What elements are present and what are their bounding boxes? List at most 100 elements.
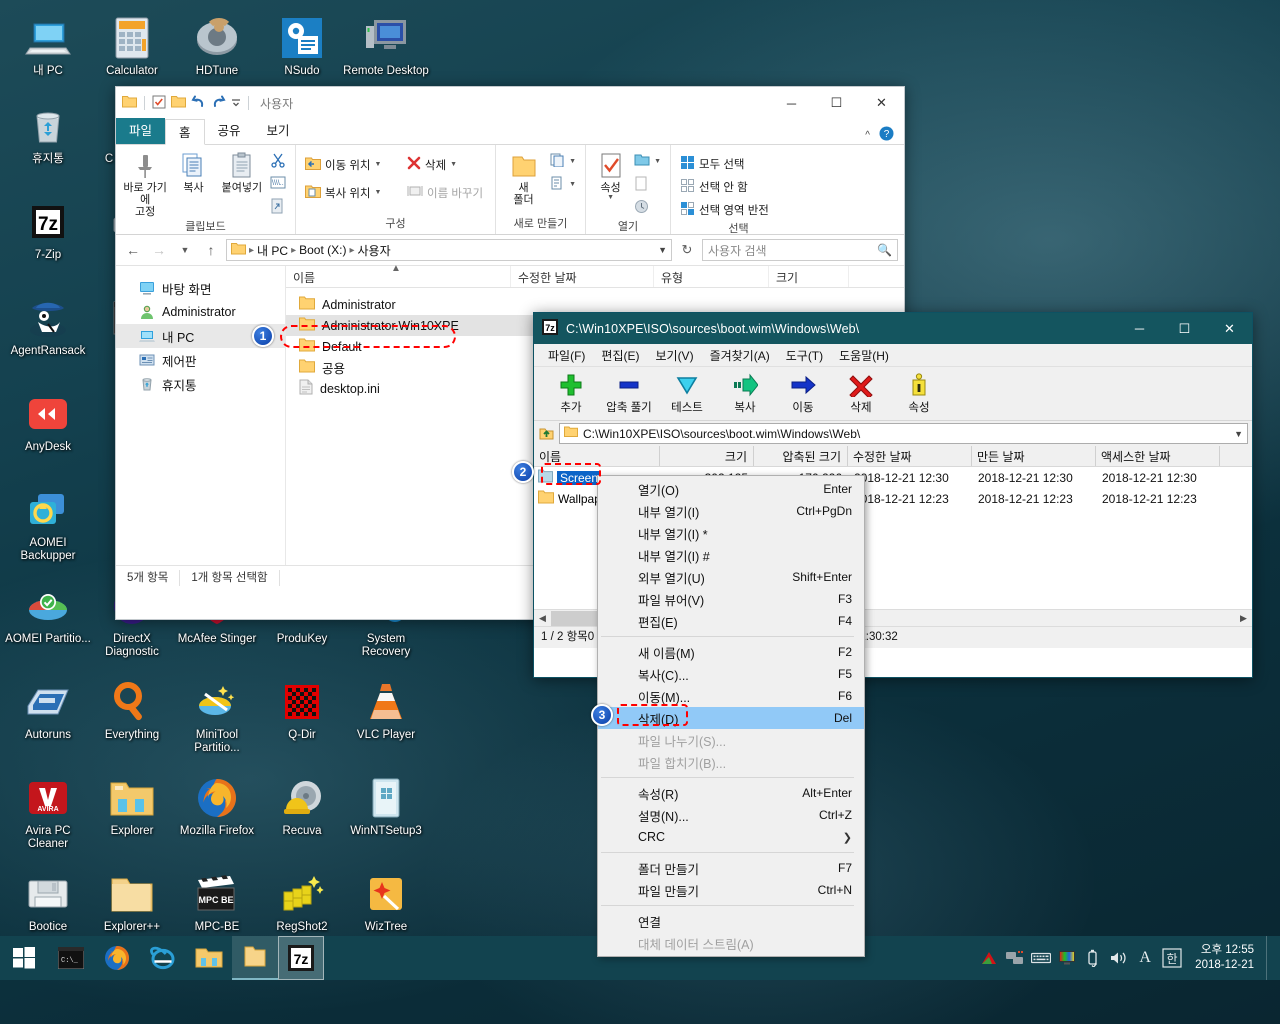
back-button[interactable]: ←	[122, 239, 144, 261]
desktop-icon-aomei-backupper-icon[interactable]: AOMEI Backupper	[5, 486, 91, 563]
chevron-down-icon-zpath[interactable]: ▼	[1234, 429, 1243, 439]
sevenzip-toolbar-압축 풀기[interactable]: 압축 풀기	[600, 372, 658, 415]
menu-item-2[interactable]: 내부 열기(I) *	[598, 522, 864, 544]
chevron-down-icon-address[interactable]: ▼	[658, 245, 667, 255]
chevron-down-icon-7[interactable]: ▼	[654, 158, 661, 165]
desktop-icon-mpcbe-icon[interactable]: MPC BE MPC-BE	[174, 870, 260, 934]
menu-item-23[interactable]: 대체 데이터 스트림(A)	[598, 932, 864, 954]
taskbar-sevenzip-window[interactable]: 7z	[278, 936, 324, 980]
chevron-down-icon[interactable]: ▼	[375, 161, 382, 168]
chevron-down-icon-4[interactable]: ▼	[569, 158, 576, 165]
desktop-icon-minitool-icon[interactable]: MiniTool Partitio...	[174, 678, 260, 755]
desktop-icon-agentransack-icon[interactable]: AgentRansack	[5, 294, 91, 358]
sevenzip-path-bar[interactable]: C:\Win10XPE\ISO\sources\boot.wim\Windows…	[534, 421, 1252, 446]
desktop-icon-wiztree-icon[interactable]: WizTree	[343, 870, 429, 934]
refresh-icon[interactable]: ↻	[676, 239, 698, 261]
menu-item-10[interactable]: 이동(M)... F6	[598, 685, 864, 707]
menu-item-17[interactable]: CRC ❯	[598, 826, 864, 848]
quick-access-toolbar[interactable]	[122, 95, 251, 112]
sevenzip-menu-0[interactable]: 파일(F)	[540, 344, 593, 367]
desktop-icon-avira-icon[interactable]: AVIRA Avira PC Cleaner	[5, 774, 91, 851]
menu-item-13[interactable]: 파일 합치기(B)...	[598, 751, 864, 773]
desktop-icon-computer-icon[interactable]: 내 PC	[5, 14, 91, 78]
menu-item-1[interactable]: 내부 열기(I) Ctrl+PgDn	[598, 500, 864, 522]
desktop-icon-regshot-icon[interactable]: RegShot2	[259, 870, 345, 934]
pin-to-quick-access-button[interactable]: 바로 가기에 고정	[122, 148, 168, 218]
explorer-address-bar[interactable]: ← → ▼ ↑ ▸ 내 PC ▸ Boot (X:) ▸ 사용자 ▼ ↻ 사용자…	[116, 235, 904, 265]
easy-access-button[interactable]: ▼	[547, 174, 579, 195]
tray-ime-a[interactable]: A	[1133, 936, 1157, 980]
breadcrumb-item-1[interactable]: Boot (X:)	[299, 243, 346, 257]
sevenzip-close-button[interactable]: ✕	[1207, 313, 1252, 344]
sevenzip-titlebar[interactable]: 7z C:\Win10XPE\ISO\sources\boot.wim\Wind…	[534, 313, 1252, 344]
menu-item-16[interactable]: 설명(N)... Ctrl+Z	[598, 804, 864, 826]
tray-usb[interactable]	[1081, 936, 1105, 980]
tray-volume[interactable]	[1107, 936, 1131, 980]
nav-item-0[interactable]: 바탕 화면	[116, 276, 285, 300]
menu-item-22[interactable]: 연결	[598, 910, 864, 932]
breadcrumb-item-0[interactable]: 내 PC	[257, 242, 288, 259]
taskbar-clock[interactable]: 오후 12:55 2018-12-21	[1187, 943, 1264, 973]
taskbar-folder-window[interactable]	[232, 936, 278, 980]
select-all-button[interactable]: 모두 선택	[677, 153, 748, 174]
desktop-icon-aomei-partition-icon[interactable]: AOMEI Partitio...	[5, 582, 91, 646]
breadcrumb[interactable]: ▸ 내 PC ▸ Boot (X:) ▸ 사용자 ▼	[226, 239, 672, 261]
taskbar-cmd[interactable]: C:\_	[48, 936, 94, 980]
sevenzip-toolbar-테스트[interactable]: 테스트	[658, 372, 716, 415]
open-button[interactable]: ▼	[631, 151, 664, 172]
edit-button[interactable]	[631, 174, 664, 195]
explorer-maximize-button[interactable]: ☐	[814, 87, 859, 119]
chevron-down-icon-2[interactable]: ▼	[450, 161, 457, 168]
menu-item-0[interactable]: 열기(O) Enter	[598, 478, 864, 500]
history-button[interactable]	[631, 197, 664, 218]
explorer-ribbon[interactable]: 바로 가기에 고정 복사 붙여넣기 \\\\.. 클립보드 이동 위치 ▼ 삭제…	[116, 145, 904, 235]
copy-path-button[interactable]: \\\\..	[267, 174, 289, 195]
explorer-window-controls[interactable]: ─ ☐ ✕	[769, 87, 904, 119]
move-to-button[interactable]: 이동 위치 ▼	[302, 154, 390, 175]
search-icon[interactable]: 🔍	[877, 243, 892, 257]
windows-start-icon[interactable]	[0, 936, 48, 980]
sevenzip-path-input[interactable]: C:\Win10XPE\ISO\sources\boot.wim\Windows…	[559, 423, 1248, 444]
column-header-3[interactable]: 크기	[769, 266, 849, 287]
menu-item-19[interactable]: 폴더 만들기 F7	[598, 857, 864, 879]
explorer-titlebar[interactable]: 사용자 ─ ☐ ✕	[116, 87, 904, 119]
sevenzip-column-header-4[interactable]: 만든 날짜	[972, 446, 1096, 466]
sevenzip-menu-2[interactable]: 보기(V)	[647, 344, 701, 367]
new-item-button[interactable]: ▼	[547, 151, 579, 172]
sevenzip-context-menu[interactable]: 열기(O) Enter 내부 열기(I) Ctrl+PgDn 내부 열기(I) * 내부 …	[597, 475, 865, 957]
sevenzip-menu-1[interactable]: 편집(E)	[593, 344, 647, 367]
explorer-ribbon-tabs[interactable]: 파일 홈 공유 보기 ^ ?	[116, 118, 904, 145]
explorer-close-button[interactable]: ✕	[859, 87, 904, 119]
menu-item-12[interactable]: 파일 나누기(S)...	[598, 729, 864, 751]
show-desktop-button[interactable]	[1266, 936, 1274, 980]
taskbar-firefox[interactable]	[94, 936, 140, 980]
sevenzip-toolbar-추가[interactable]: 추가	[542, 372, 600, 415]
taskbar-explorer[interactable]	[186, 936, 232, 980]
delete-button[interactable]: 삭제 ▼	[404, 154, 460, 175]
desktop-icon-qdir-icon[interactable]: Q-Dir	[259, 678, 345, 742]
sevenzip-menu-4[interactable]: 도구(T)	[778, 344, 831, 367]
tray-ime-han[interactable]: 한	[1159, 936, 1185, 980]
breadcrumb-item-2[interactable]: 사용자	[358, 242, 391, 259]
chevron-down-icon-6[interactable]: ▼	[607, 194, 614, 201]
desktop-icon-remote-desktop-icon[interactable]: Remote Desktop	[343, 14, 429, 78]
sevenzip-toolbar[interactable]: 추가 압축 풀기 테스트 복사 이동 삭제 속성	[534, 367, 1252, 421]
system-tray[interactable]: A 한 오후 12:55 2018-12-21	[977, 936, 1280, 980]
desktop-icon-everything-icon[interactable]: Everything	[89, 678, 175, 742]
desktop-icon-recyclebin-icon[interactable]: 휴지통	[5, 102, 91, 166]
explorer-minimize-button[interactable]: ─	[769, 87, 814, 119]
column-header-1[interactable]: 수정한 날짜	[511, 266, 654, 287]
menu-item-4[interactable]: 외부 열기(U) Shift+Enter	[598, 566, 864, 588]
recent-locations-button[interactable]: ▼	[174, 239, 196, 261]
sevenzip-menu-3[interactable]: 즐겨찾기(A)	[702, 344, 778, 367]
desktop-icon-harddisk-icon[interactable]: HDTune	[174, 14, 260, 78]
menu-item-11[interactable]: 삭제(D) Del	[598, 707, 864, 729]
desktop-icon-folder-plus-icon[interactable]: Explorer++	[89, 870, 175, 934]
desktop-icon-anydesk-icon[interactable]: AnyDesk	[5, 390, 91, 454]
sevenzip-column-header-2[interactable]: 압축된 크기	[754, 446, 848, 466]
sevenzip-minimize-button[interactable]: ─	[1117, 313, 1162, 344]
properties-button[interactable]: 속성 ▼	[592, 148, 629, 201]
ribbon-collapse-icon[interactable]: ^	[865, 130, 870, 141]
hscroll-right-arrow[interactable]: ▶	[1235, 610, 1252, 626]
properties-icon[interactable]	[152, 95, 166, 112]
